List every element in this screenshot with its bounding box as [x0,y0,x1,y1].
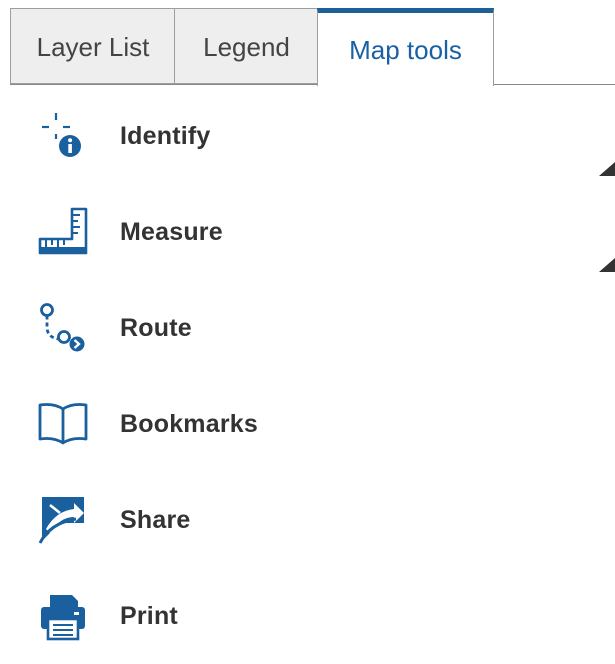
identify-label: Identify [120,121,211,150]
route-icon [36,301,90,355]
tab-bar: Layer List Legend Map tools [0,0,615,86]
tab-map-tools[interactable]: Map tools [317,8,494,86]
bookmarks-tool[interactable]: Bookmarks [36,394,258,454]
tab-layer-list[interactable]: Layer List [10,8,175,84]
measure-tool[interactable]: Measure [36,202,223,262]
share-tool[interactable]: Share [36,490,190,550]
expand-arrow-icon[interactable] [599,162,615,176]
map-tools-panel: Layer List Legend Map tools Identify Mea… [0,0,615,664]
share-label: Share [120,505,191,534]
tab-map-tools-label: Map tools [349,35,462,65]
measure-label: Measure [120,217,223,246]
expand-arrow-icon[interactable] [599,258,615,272]
identify-icon [36,109,90,163]
book-icon [36,397,90,451]
share-icon [36,493,90,547]
tab-legend[interactable]: Legend [174,8,319,84]
tab-layer-list-label: Layer List [36,31,150,62]
tab-legend-label: Legend [203,31,290,62]
printer-icon [36,589,90,643]
route-tool[interactable]: Route [36,298,192,358]
identify-tool[interactable]: Identify [36,106,211,166]
bookmarks-label: Bookmarks [120,409,258,438]
route-label: Route [120,313,192,342]
print-label: Print [120,601,178,630]
ruler-icon [36,205,90,259]
tab-bar-divider [10,84,615,85]
print-tool[interactable]: Print [36,586,178,646]
